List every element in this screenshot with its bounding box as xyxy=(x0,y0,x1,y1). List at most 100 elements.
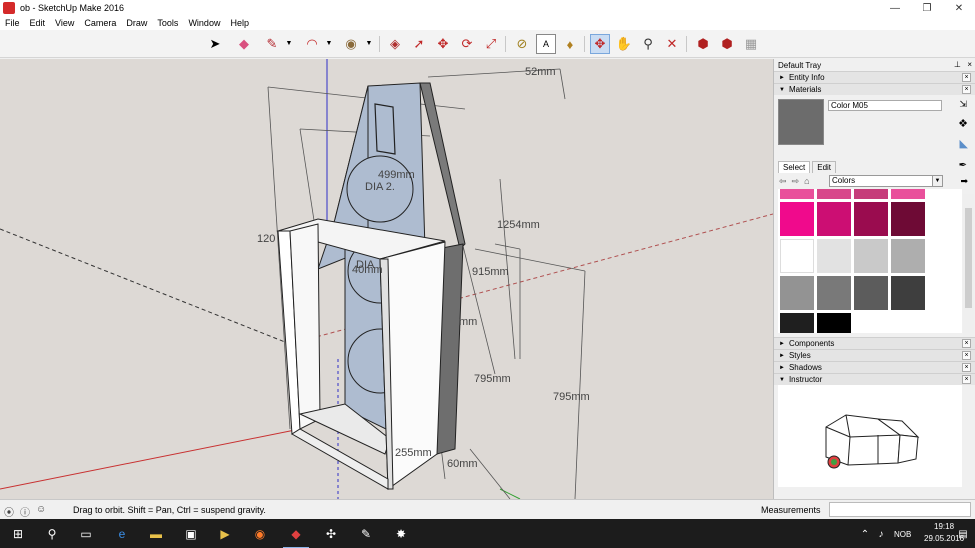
scroll-thumb[interactable] xyxy=(965,208,972,308)
back-arrow-icon[interactable]: ⇦ xyxy=(779,176,787,187)
swatch[interactable] xyxy=(780,202,814,236)
swatch[interactable] xyxy=(854,239,888,273)
measurements-input[interactable] xyxy=(829,502,971,517)
shape-circle-tool-icon[interactable]: ◉ xyxy=(341,34,361,54)
sketchup-taskbar-icon[interactable]: ◆ xyxy=(283,525,309,548)
line-dropdown-icon[interactable]: ▼ xyxy=(285,39,293,47)
panel-shadows[interactable]: ► Shadows × xyxy=(774,361,975,373)
sketchup-app-icon[interactable] xyxy=(3,2,15,14)
select-tool-icon[interactable]: ➤ xyxy=(205,34,225,54)
swatch[interactable] xyxy=(854,202,888,236)
rotate-tool-icon[interactable]: ⟳ xyxy=(457,34,477,54)
current-material-swatch[interactable] xyxy=(778,99,824,145)
forward-arrow-icon[interactable]: ⇨ xyxy=(792,176,800,187)
material-name-field[interactable]: Color M05 xyxy=(828,100,942,111)
arc-dropdown-icon[interactable]: ▼ xyxy=(325,39,333,47)
panel-close-icon[interactable]: × xyxy=(962,363,971,372)
details-arrow-icon[interactable]: ➡ xyxy=(960,176,968,187)
panel-instructor[interactable]: ▼ Instructor × xyxy=(774,373,975,385)
clock-time[interactable]: 19:18 xyxy=(934,522,954,531)
shape-dropdown-icon[interactable]: ▼ xyxy=(365,39,373,47)
zoom-tool-icon[interactable]: ⚲ xyxy=(638,34,658,54)
store-icon[interactable]: ▣ xyxy=(182,525,200,543)
swatch[interactable] xyxy=(817,189,851,199)
tab-edit[interactable]: Edit xyxy=(812,161,837,173)
panel-close-icon[interactable]: × xyxy=(962,351,971,360)
swatch[interactable] xyxy=(780,239,814,273)
paint-bucket-tool-icon[interactable]: ♦ xyxy=(560,34,580,54)
arc-tool-icon[interactable]: ◠ xyxy=(302,34,322,54)
create-material-icon[interactable]: ❖ xyxy=(958,117,968,130)
swatch[interactable] xyxy=(780,276,814,310)
geo-location-icon[interactable]: ⦿ xyxy=(4,504,14,519)
user-icon[interactable]: ☺ xyxy=(36,504,46,519)
pencil-line-tool-icon[interactable]: ✎ xyxy=(262,34,282,54)
tab-select[interactable]: Select xyxy=(778,161,811,173)
home-icon[interactable]: ⌂ xyxy=(804,176,809,186)
notifications-icon[interactable]: ▤ xyxy=(954,525,972,543)
panel-entity-info[interactable]: ► Entity Info × xyxy=(774,71,975,83)
chevron-down-icon[interactable]: ▼ xyxy=(932,176,942,186)
zoom-extents-tool-icon[interactable]: ✕ xyxy=(662,34,682,54)
scale-tool-icon[interactable]: ⤢ xyxy=(481,34,501,54)
swatch[interactable] xyxy=(891,202,925,236)
credits-icon[interactable]: ⓘ xyxy=(20,504,30,519)
swatch[interactable] xyxy=(817,276,851,310)
task-view-icon[interactable]: ▭ xyxy=(77,525,95,543)
panel-styles[interactable]: ► Styles × xyxy=(774,349,975,361)
orbit-tool-icon[interactable]: ✥ xyxy=(590,34,610,54)
default-material-icon[interactable]: ◣ xyxy=(960,137,968,150)
swatch[interactable] xyxy=(854,189,888,199)
extension-warehouse-icon[interactable]: ⬢ xyxy=(717,34,737,54)
layout-icon[interactable]: ▦ xyxy=(741,34,761,54)
panel-materials[interactable]: ▼ Materials × xyxy=(774,83,975,95)
warehouse-icon[interactable]: ⬢ xyxy=(693,34,713,54)
swatch[interactable] xyxy=(817,239,851,273)
menu-view[interactable]: View xyxy=(50,18,79,28)
swatches-scrollbar[interactable] xyxy=(963,194,974,338)
swatch[interactable] xyxy=(891,239,925,273)
close-icon[interactable]: ✕ xyxy=(943,0,975,16)
swatch[interactable] xyxy=(817,313,851,333)
follow-me-tool-icon[interactable]: ➚ xyxy=(409,34,429,54)
menu-camera[interactable]: Camera xyxy=(79,18,121,28)
edge-browser-icon[interactable]: e xyxy=(113,525,131,543)
swatch[interactable] xyxy=(891,276,925,310)
app-icon[interactable]: ✎ xyxy=(357,525,375,543)
swatch[interactable] xyxy=(780,189,814,199)
move-tool-icon[interactable]: ✥ xyxy=(433,34,453,54)
swatch[interactable] xyxy=(891,189,925,199)
start-windows-icon[interactable]: ⊞ xyxy=(9,525,27,543)
media-player-icon[interactable]: ▶ xyxy=(216,525,234,543)
tape-measure-tool-icon[interactable]: ⊘ xyxy=(512,34,532,54)
restore-icon[interactable]: ❐ xyxy=(911,0,943,16)
menu-tools[interactable]: Tools xyxy=(152,18,183,28)
menu-window[interactable]: Window xyxy=(183,18,225,28)
menu-edit[interactable]: Edit xyxy=(25,18,51,28)
panel-close-icon[interactable]: × xyxy=(962,73,971,82)
menu-help[interactable]: Help xyxy=(225,18,254,28)
file-explorer-icon[interactable]: ▬ xyxy=(147,525,165,543)
minimize-icon[interactable]: — xyxy=(879,0,911,16)
swatch[interactable] xyxy=(817,202,851,236)
panel-close-icon[interactable]: × xyxy=(962,375,971,384)
eyedropper-icon[interactable]: ✒ xyxy=(959,160,967,171)
text-tool-icon[interactable]: A xyxy=(536,34,556,54)
modeling-viewport[interactable]: 52mm 499mm DIA 2. 1254mm 120 915mm DIA 4… xyxy=(0,59,773,499)
panel-close-icon[interactable]: × xyxy=(962,339,971,348)
display-secondary-icon[interactable]: ⇲ xyxy=(959,99,967,110)
menu-file[interactable]: File xyxy=(0,18,25,28)
swatch[interactable] xyxy=(780,313,814,333)
language-indicator[interactable]: NOB xyxy=(894,530,911,539)
app-icon[interactable]: ✣ xyxy=(322,525,340,543)
menu-draw[interactable]: Draw xyxy=(121,18,152,28)
volume-icon[interactable]: ♪ xyxy=(872,525,890,543)
swatch[interactable] xyxy=(854,276,888,310)
search-icon[interactable]: ⚲ xyxy=(43,525,61,543)
pan-tool-icon[interactable]: ✋ xyxy=(614,34,634,54)
tray-close-icon[interactable]: × xyxy=(967,60,972,69)
panel-close-icon[interactable]: × xyxy=(962,85,971,94)
pin-icon[interactable]: ⊥ xyxy=(954,60,961,69)
app-icon[interactable]: ✸ xyxy=(392,525,410,543)
eraser-tool-icon[interactable]: ◆ xyxy=(234,34,254,54)
